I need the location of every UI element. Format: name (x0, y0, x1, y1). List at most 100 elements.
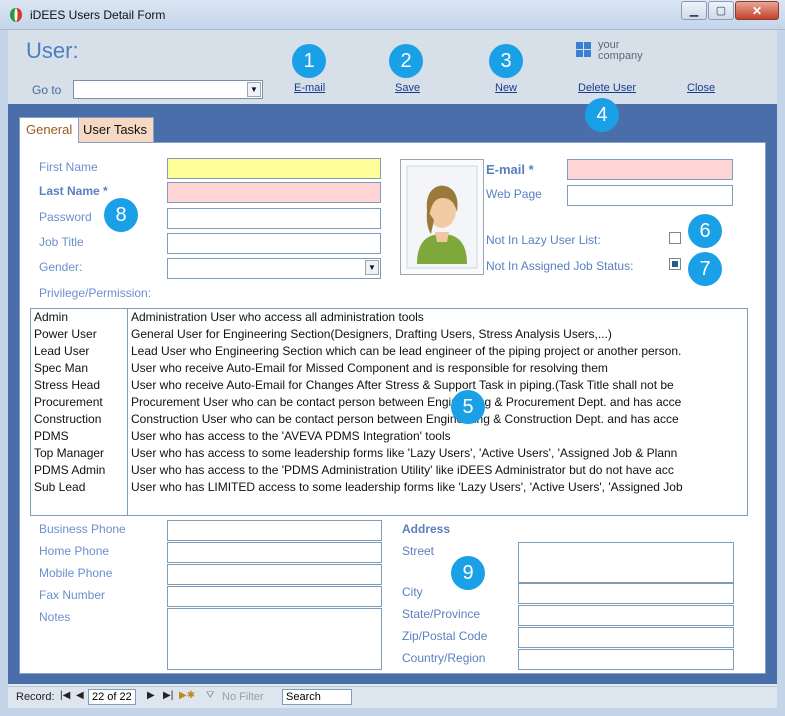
mobile-phone-input[interactable] (167, 564, 382, 585)
window-border-left (0, 30, 8, 708)
chevron-down-icon[interactable]: ▼ (365, 260, 379, 275)
filter-icon[interactable]: ⛛ (206, 690, 214, 701)
list-item[interactable]: Construction Construction User who can be… (31, 412, 747, 429)
first-record-icon[interactable]: |◀ (60, 690, 70, 701)
callout-6: 6 (688, 214, 722, 248)
maximize-button[interactable]: ▢ (708, 1, 734, 20)
mobile-phone-label: Mobile Phone (39, 566, 113, 580)
privilege-list[interactable]: Admin Administration User who access all … (30, 308, 748, 516)
fax-number-input[interactable] (167, 586, 382, 607)
business-phone-input[interactable] (167, 520, 382, 541)
street-label: Street (402, 544, 435, 558)
logo-line-2: company (598, 50, 643, 62)
callout-4: 4 (585, 98, 619, 132)
tab-general[interactable]: General (19, 117, 80, 143)
privilege-desc: Administration User who access all admin… (131, 310, 424, 324)
privilege-name: Lead User (34, 344, 90, 358)
privilege-name: Sub Lead (34, 480, 86, 494)
lazy-user-label: Not In Lazy User List: (486, 233, 601, 247)
street-input[interactable] (518, 542, 734, 583)
city-input[interactable] (518, 583, 734, 604)
list-item[interactable]: Top Manager User who has access to some l… (31, 446, 747, 463)
privilege-name: Procurement (34, 395, 103, 409)
next-record-icon[interactable]: ▶ (147, 690, 155, 701)
new-record-icon[interactable]: ▶✱ (179, 690, 195, 701)
privilege-desc: User who receive Auto-Email for Changes … (131, 378, 674, 392)
privilege-desc: User who has access to the 'AVEVA PDMS I… (131, 429, 451, 443)
callout-5: 5 (451, 390, 485, 424)
search-input[interactable]: Search (282, 689, 352, 705)
last-name-label: Last Name * (39, 184, 108, 198)
gender-select[interactable]: ▼ (167, 258, 381, 279)
privilege-name: PDMS Admin (34, 463, 106, 477)
assigned-job-checkbox[interactable] (669, 258, 681, 270)
record-label: Record: (16, 691, 55, 703)
business-phone-label: Business Phone (39, 522, 126, 536)
privilege-desc: User who receive Auto-Email for Missed C… (131, 361, 608, 375)
job-title-input[interactable] (167, 233, 381, 254)
previous-record-icon[interactable]: ◀ (76, 690, 84, 701)
close-window-button[interactable]: ✕ (735, 1, 779, 20)
country-input[interactable] (518, 649, 734, 670)
email-button[interactable]: E-mail (294, 82, 325, 94)
first-name-input[interactable] (167, 158, 381, 179)
zip-input[interactable] (518, 627, 734, 648)
privilege-name: Admin (34, 310, 69, 324)
list-item[interactable]: Power User General User for Engineering S… (31, 327, 747, 344)
callout-3: 3 (489, 44, 523, 78)
web-page-label: Web Page (486, 187, 542, 201)
record-navigation-bar: Record: |◀ ◀ 22 of 22 ▶ ▶| ▶✱ ⛛ No Filte… (8, 686, 777, 708)
user-photo[interactable] (400, 159, 484, 275)
privilege-name: Spec Man (34, 361, 89, 375)
title-bar: iDEES Users Detail Form ▁ ▢ ✕ (0, 0, 785, 30)
assigned-job-label: Not In Assigned Job Status: (486, 259, 634, 273)
callout-2: 2 (389, 44, 423, 78)
home-phone-label: Home Phone (39, 544, 110, 558)
password-input[interactable] (167, 208, 381, 229)
no-filter-label[interactable]: No Filter (222, 691, 264, 703)
password-label: Password (39, 210, 92, 224)
list-item[interactable]: Spec Man User who receive Auto-Email for … (31, 361, 747, 378)
chevron-down-icon[interactable]: ▼ (247, 82, 261, 97)
privilege-label: Privilege/Permission: (39, 286, 152, 300)
window-border-right (777, 30, 785, 708)
country-label: Country/Region (402, 651, 486, 665)
state-input[interactable] (518, 605, 734, 626)
notes-input[interactable] (167, 608, 382, 670)
goto-dropdown[interactable]: ▼ (73, 80, 263, 99)
company-logo: your company (576, 40, 656, 64)
list-item[interactable]: Stress Head User who receive Auto-Email f… (31, 378, 747, 395)
list-item[interactable]: Procurement Procurement User who can be c… (31, 395, 747, 412)
list-item[interactable]: PDMS User who has access to the 'AVEVA PD… (31, 429, 747, 446)
current-record-input[interactable]: 22 of 22 (88, 689, 136, 705)
delete-user-button[interactable]: Delete User (578, 82, 636, 94)
list-item[interactable]: Lead User Lead User who Engineering Secti… (31, 344, 747, 361)
callout-1: 1 (292, 44, 326, 78)
privilege-name: Power User (34, 327, 97, 341)
list-item[interactable]: Sub Lead User who has LIMITED access to s… (31, 480, 747, 497)
state-label: State/Province (402, 607, 481, 621)
tab-user-tasks[interactable]: User Tasks (76, 117, 155, 142)
lazy-user-checkbox[interactable] (669, 232, 681, 244)
web-page-input[interactable] (567, 185, 733, 206)
save-button[interactable]: Save (395, 82, 420, 94)
home-phone-input[interactable] (167, 542, 382, 563)
close-form-button[interactable]: Close (687, 82, 715, 94)
gender-label: Gender: (39, 260, 83, 274)
job-title-label: Job Title (39, 235, 84, 249)
privilege-desc: User who has LIMITED access to some lead… (131, 480, 683, 494)
minimize-icon: ▁ (689, 5, 699, 17)
privilege-desc: Procurement User who can be contact pers… (131, 395, 682, 409)
address-heading: Address (402, 522, 451, 536)
privilege-desc: Lead User who Engineering Section which … (131, 344, 682, 358)
list-item[interactable]: Admin Administration User who access all … (31, 310, 747, 327)
last-record-icon[interactable]: ▶| (163, 690, 173, 701)
minimize-button[interactable]: ▁ (681, 1, 707, 20)
list-item[interactable]: PDMS Admin User who has access to the 'PD… (31, 463, 747, 480)
email-input[interactable] (567, 159, 733, 180)
goto-label: Go to (32, 83, 62, 97)
privilege-name: Construction (34, 412, 102, 426)
privilege-name: Stress Head (34, 378, 101, 392)
new-button[interactable]: New (495, 82, 517, 94)
last-name-input[interactable] (167, 182, 381, 203)
